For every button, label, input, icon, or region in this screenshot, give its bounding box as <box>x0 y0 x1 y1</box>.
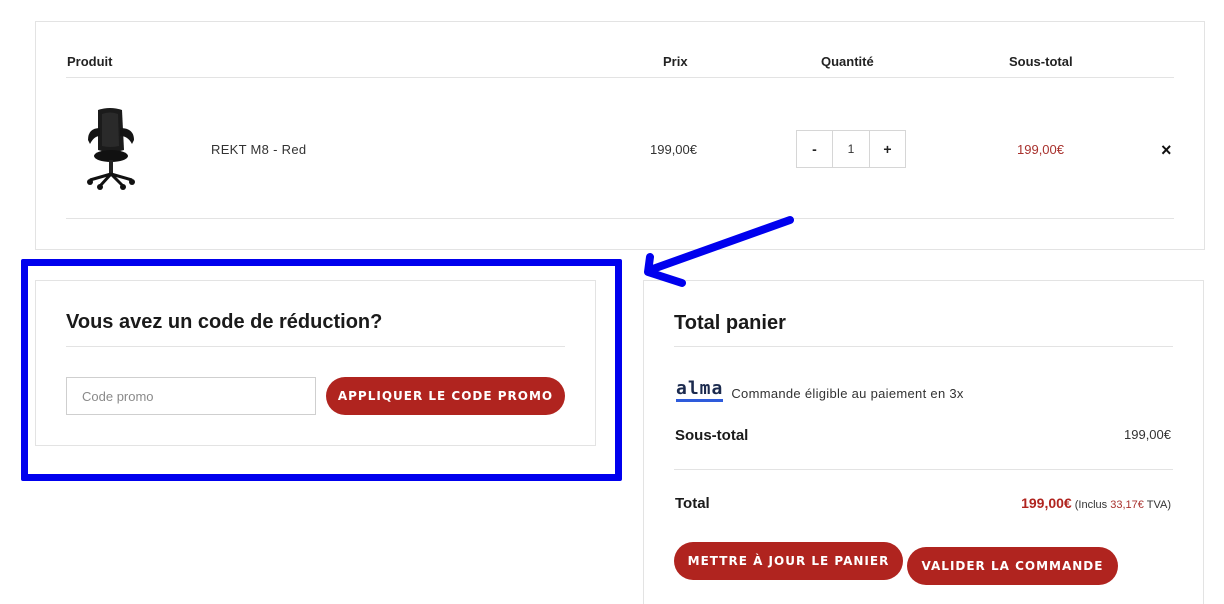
total-value: 199,00€ <box>1021 495 1072 511</box>
apply-coupon-button[interactable]: Appliquer le code promo <box>326 377 565 415</box>
subtotal-value: 199,00€ <box>1124 427 1171 442</box>
coupon-divider <box>66 346 565 347</box>
total-value-group: 199,00€ (Inclus 33,17€ TVA) <box>1021 495 1171 511</box>
coupon-title: Vous avez un code de réduction? <box>66 311 383 333</box>
tax-suffix: TVA) <box>1146 499 1171 511</box>
header-subtotal: Sous-total <box>1009 54 1073 69</box>
coupon-code-input[interactable] <box>66 377 316 415</box>
office-chair-icon[interactable] <box>80 106 142 190</box>
cart-table-header: Produit Prix Quantité Sous-total <box>66 22 1174 78</box>
total-label: Total <box>675 495 710 512</box>
checkout-button[interactable]: Valider la commande <box>907 547 1118 585</box>
alma-logo: alma <box>676 380 724 402</box>
subtotal-label: Sous-total <box>675 427 749 444</box>
quantity-decrease-button[interactable]: - <box>797 131 833 167</box>
product-price: 199,00€ <box>650 142 697 157</box>
remove-item-close-icon[interactable]: × <box>1161 140 1172 161</box>
quantity-input[interactable]: 1 <box>833 131 869 167</box>
row-subtotal: 199,00€ <box>1017 142 1064 157</box>
header-price: Prix <box>663 54 688 69</box>
totals-divider-2 <box>674 469 1173 470</box>
tax-value: 33,17€ <box>1110 499 1144 511</box>
alma-eligibility: alma Commande éligible au paiement en 3x <box>676 380 964 402</box>
tax-prefix: (Inclus <box>1074 499 1108 511</box>
header-product: Produit <box>67 54 113 69</box>
update-cart-button[interactable]: Mettre à jour le panier <box>674 542 903 580</box>
totals-divider <box>674 346 1173 347</box>
quantity-increase-button[interactable]: + <box>869 131 905 167</box>
product-name-link[interactable]: REKT M8 - Red <box>211 142 306 157</box>
cart-totals-section: Total panier alma Commande éligible au p… <box>643 280 1204 604</box>
alma-text: Commande éligible au paiement en 3x <box>731 386 964 401</box>
table-row: REKT M8 - Red 199,00€ - 1 + 199,00€ × <box>66 78 1174 219</box>
header-quantity: Quantité <box>821 54 874 69</box>
coupon-section: Vous avez un code de réduction? Applique… <box>35 280 596 446</box>
arrow-annotation-icon <box>644 216 794 287</box>
cart-table: Produit Prix Quantité Sous-total REKT M8… <box>35 21 1205 250</box>
totals-title: Total panier <box>674 312 786 334</box>
quantity-stepper: - 1 + <box>796 130 906 168</box>
